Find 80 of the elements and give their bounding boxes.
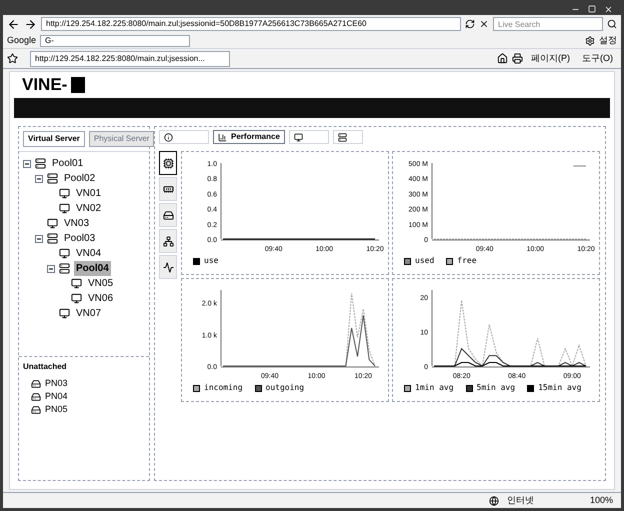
settings-label[interactable]: 설정 bbox=[599, 34, 617, 48]
section-title: Unattached bbox=[23, 361, 68, 373]
legend-label: 5min avg bbox=[476, 382, 516, 394]
monitor-icon bbox=[59, 308, 70, 319]
zoom-level[interactable]: 100% bbox=[590, 494, 613, 508]
settings-icon[interactable] bbox=[585, 36, 595, 46]
cpu-icon bbox=[162, 158, 174, 168]
collapse-icon[interactable] bbox=[23, 160, 31, 168]
toolbar-button[interactable] bbox=[288, 130, 329, 144]
monitor-icon bbox=[59, 248, 70, 259]
close-icon[interactable] bbox=[604, 4, 613, 14]
legend-label: 1min avg bbox=[415, 382, 454, 394]
tree-item[interactable]: VN07 bbox=[74, 306, 104, 321]
monitor-icon bbox=[294, 132, 303, 142]
favorites-icon[interactable] bbox=[7, 53, 18, 64]
legend-label: incoming bbox=[204, 382, 243, 394]
tree-item[interactable]: VN06 bbox=[86, 291, 116, 306]
legend-label: use bbox=[204, 255, 218, 267]
performance-button[interactable]: Performance bbox=[213, 130, 285, 144]
memory-icon bbox=[162, 184, 174, 194]
tree-item[interactable]: Pool04 bbox=[74, 261, 111, 276]
forward-icon[interactable] bbox=[24, 18, 37, 30]
monitor-icon bbox=[59, 188, 70, 199]
legend-label: outgoing bbox=[266, 382, 304, 394]
tree-item[interactable]: VN01 bbox=[74, 186, 104, 201]
google-search-field[interactable]: G- bbox=[40, 34, 190, 46]
info-icon bbox=[164, 132, 173, 142]
server-icon bbox=[59, 263, 70, 274]
panel-tab[interactable]: Virtual Server bbox=[23, 131, 85, 147]
stop-icon[interactable] bbox=[479, 19, 489, 29]
refresh-icon[interactable] bbox=[465, 19, 475, 29]
google-label: Google bbox=[7, 34, 36, 47]
command-menu[interactable]: 페이지(P) bbox=[527, 52, 574, 66]
host-icon bbox=[31, 378, 41, 388]
search-icon[interactable] bbox=[607, 19, 617, 29]
zone-label: 인터넷 bbox=[506, 494, 534, 507]
legend-label: free bbox=[457, 255, 477, 267]
tree-item[interactable]: Pool01 bbox=[50, 156, 86, 171]
legend-label: used bbox=[415, 255, 434, 267]
tree-item[interactable]: VN02 bbox=[74, 201, 104, 216]
collapse-icon[interactable] bbox=[35, 174, 43, 182]
monitor-icon bbox=[59, 203, 70, 214]
logo-mark bbox=[71, 77, 86, 93]
command-menu[interactable]: 도구(O) bbox=[578, 52, 617, 66]
network-icon bbox=[162, 236, 174, 246]
host-item[interactable]: PN05 bbox=[45, 402, 68, 416]
server-icon bbox=[338, 132, 347, 142]
home-icon[interactable] bbox=[497, 53, 508, 64]
legend-label: 15min avg bbox=[538, 382, 582, 394]
panel-tab[interactable]: Physical Server bbox=[88, 131, 154, 147]
monitor-icon bbox=[47, 218, 58, 229]
browser-tab[interactable]: http://129.254.182.225:8080/main.zul;jsession... bbox=[30, 50, 230, 66]
toolbar-button[interactable] bbox=[159, 130, 209, 144]
server-icon bbox=[35, 158, 46, 169]
tree-item[interactable]: VN03 bbox=[62, 216, 92, 231]
host-item[interactable]: PN03 bbox=[45, 376, 68, 390]
toolbar-button[interactable] bbox=[332, 130, 363, 144]
print-icon[interactable] bbox=[512, 53, 523, 64]
tree-item[interactable]: VN04 bbox=[74, 246, 104, 261]
tree-item[interactable]: Pool03 bbox=[62, 231, 98, 246]
tree-item[interactable]: Pool02 bbox=[62, 171, 98, 186]
tree-item[interactable]: VN05 bbox=[86, 276, 116, 291]
host-icon bbox=[31, 392, 41, 402]
maximize-icon[interactable] bbox=[588, 5, 596, 13]
host-item[interactable]: PN04 bbox=[45, 390, 68, 404]
activity-icon bbox=[162, 262, 174, 272]
monitor-icon bbox=[71, 278, 82, 289]
metric-tab[interactable] bbox=[159, 151, 177, 175]
address-field[interactable]: http://129.254.182.225:8080/main.zul;jsessionid=50D8B1977A256613C73B665A271CE60 bbox=[41, 17, 461, 31]
collapse-icon[interactable] bbox=[47, 264, 55, 272]
server-icon bbox=[47, 233, 58, 244]
internet-icon bbox=[488, 496, 499, 506]
logo-text: VINE- bbox=[22, 74, 68, 96]
search-field[interactable]: Live Search bbox=[493, 17, 603, 31]
collapse-icon[interactable] bbox=[35, 234, 43, 242]
bar-chart-icon bbox=[218, 132, 227, 142]
monitor-icon bbox=[71, 293, 82, 304]
server-icon bbox=[47, 173, 58, 184]
host-icon bbox=[31, 404, 41, 414]
back-icon[interactable] bbox=[7, 18, 20, 30]
